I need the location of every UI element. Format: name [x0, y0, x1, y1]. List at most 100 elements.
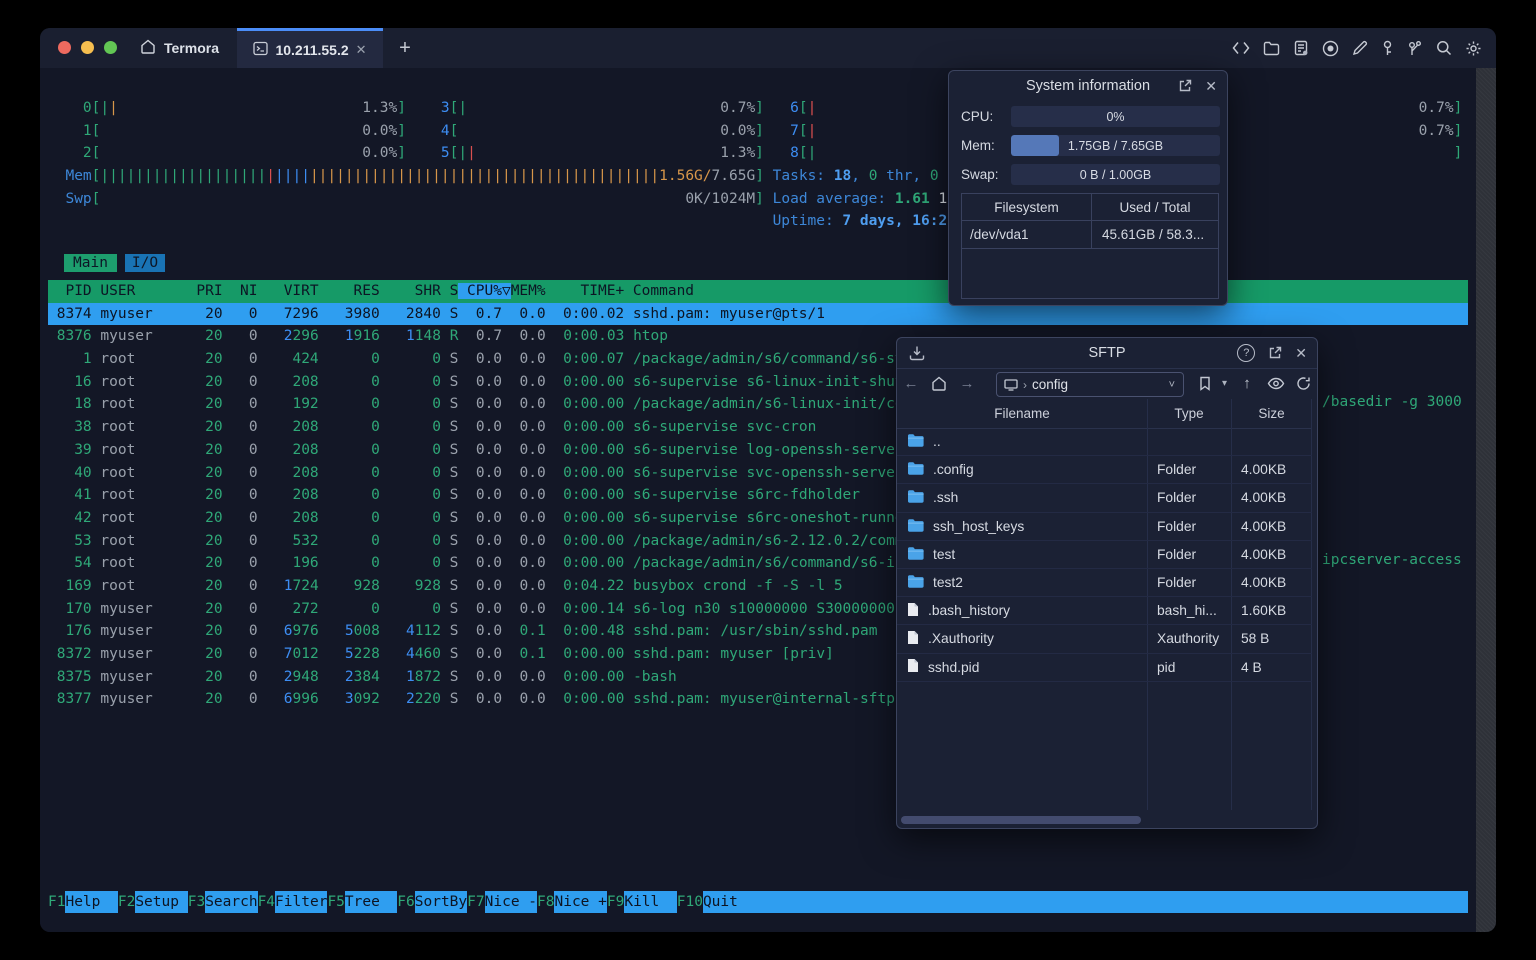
fkey-f2[interactable]: F2	[118, 891, 135, 913]
fkey-f7[interactable]: F7	[467, 891, 484, 913]
file-row--config[interactable]: .config Folder 4.00KB	[897, 456, 1312, 485]
file-type: Folder	[1157, 490, 1197, 506]
sftp-column-size[interactable]: Size	[1231, 399, 1312, 428]
log-icon[interactable]	[1293, 40, 1309, 56]
file-row-test[interactable]: test Folder 4.00KB	[897, 541, 1312, 569]
fkey-action-setup[interactable]: Setup	[135, 891, 188, 913]
fkey-f1[interactable]: F1	[48, 891, 65, 913]
path-box[interactable]: › config ˅	[996, 372, 1184, 397]
htop-header-row[interactable]: PID USER PRI NI VIRT RES SHR S CPU%▽MEM%…	[48, 280, 1468, 303]
show-hidden-icon[interactable]	[1267, 377, 1285, 390]
file-name: .config	[933, 462, 974, 478]
file-type: Folder	[1157, 546, 1197, 562]
file-row-sshd-pid[interactable]: sshd.pid pid 4 B	[897, 654, 1312, 682]
open-in-window-icon[interactable]	[1268, 346, 1282, 360]
file-size: 4.00KB	[1241, 490, 1287, 506]
file-row-ssh-host-keys[interactable]: ssh_host_keys Folder 4.00KB	[897, 513, 1312, 541]
close-window-button[interactable]	[58, 41, 71, 54]
fkey-f10[interactable]: F10	[677, 891, 703, 913]
chevron-down-icon[interactable]: ˅	[1169, 379, 1175, 391]
minimize-window-button[interactable]	[81, 41, 94, 54]
file-name: .Xauthority	[928, 631, 994, 647]
file-icon	[907, 602, 919, 620]
keychain-icon[interactable]	[1407, 40, 1423, 57]
tab-title: 10.211.55.2	[275, 41, 349, 58]
fkey-f3[interactable]: F3	[188, 891, 205, 913]
htop-tab-i-o[interactable]: I/O	[124, 254, 166, 272]
sftp-column-filename[interactable]: Filename	[897, 399, 1147, 428]
file-size: 4.00KB	[1241, 462, 1287, 478]
edit-icon[interactable]	[1352, 40, 1368, 56]
tab-10-211-55-2[interactable]: 10.211.55.2 ✕	[237, 28, 383, 68]
back-icon[interactable]: ←	[897, 375, 925, 392]
chevron-right-icon: ›	[1023, 377, 1027, 392]
htop-function-key-bar: F1 Help F2 Setup F3 Search F4 Filter F5 Tree F6…	[48, 891, 1468, 913]
home-icon[interactable]	[925, 376, 953, 391]
folder-icon[interactable]	[1263, 41, 1280, 56]
download-icon[interactable]	[909, 345, 925, 361]
up-directory-icon[interactable]: ↑	[1238, 375, 1256, 392]
file-type: Xauthority	[1157, 631, 1220, 647]
fkey-action-help[interactable]: Help	[65, 891, 118, 913]
file-row--[interactable]: ..	[897, 428, 1312, 457]
fkey-action-search[interactable]: Search	[205, 891, 258, 913]
sftp-navbar: ← → › config ˅ ▾ ↑	[897, 369, 1317, 398]
file-size	[1231, 428, 1312, 455]
file-icon	[907, 630, 919, 648]
htop-tab-main[interactable]: Main	[64, 254, 117, 272]
zoom-window-button[interactable]	[104, 41, 117, 54]
filesystem-table: Filesystem Used / Total /dev/vda1 45.61G…	[961, 193, 1219, 299]
file-size: 4.00KB	[1241, 575, 1287, 591]
fkey-action-nice-[interactable]: Nice -	[484, 891, 538, 913]
app-home[interactable]: Termora	[140, 28, 219, 68]
file-icon	[907, 658, 919, 676]
help-icon[interactable]: ?	[1237, 344, 1256, 362]
process-row-8374[interactable]: 8374 myuser 20 0 7296 3980 2840 S 0.7 0.…	[48, 302, 1468, 326]
close-panel-icon[interactable]: ✕	[1295, 345, 1307, 362]
file-row--bash-history[interactable]: .bash_history bash_hi... 1.60KB	[897, 597, 1312, 626]
bookmark-icon[interactable]	[1199, 376, 1211, 391]
fkey-f6[interactable]: F6	[397, 891, 414, 913]
terminal-scrollbar-track[interactable]	[1476, 68, 1496, 932]
refresh-icon[interactable]	[1296, 376, 1311, 391]
fkey-f9[interactable]: F9	[607, 891, 624, 913]
code-icon[interactable]	[1232, 41, 1250, 55]
folder-icon	[907, 461, 924, 478]
file-name: .ssh	[933, 490, 959, 506]
fkey-action-nice-[interactable]: Nice +	[554, 891, 607, 913]
sftp-horizontal-scrollbar[interactable]	[899, 815, 1315, 825]
cpu-usage-value: 0%	[1106, 109, 1125, 124]
settings-icon[interactable]	[1465, 40, 1482, 57]
fkey-action-quit[interactable]: Quit	[702, 891, 1468, 913]
key-icon[interactable]	[1381, 40, 1394, 57]
termora-window: Termora 10.211.55.2 ✕ + 0[|| 1.3%] 3[| 0…	[40, 28, 1496, 932]
filesystem-row[interactable]: /dev/vda1 45.61GB / 58.3...	[962, 221, 1218, 249]
bookmark-dropdown-icon[interactable]: ▾	[1222, 378, 1227, 389]
file-row--Xauthority[interactable]: .Xauthority Xauthority 58 B	[897, 625, 1312, 654]
fkey-action-kill[interactable]: Kill	[624, 891, 677, 913]
fkey-action-filter[interactable]: Filter	[275, 891, 328, 913]
file-name: test2	[933, 575, 963, 591]
close-panel-icon[interactable]: ✕	[1205, 78, 1217, 95]
traffic-lights[interactable]	[58, 41, 117, 54]
forward-icon[interactable]: →	[953, 375, 981, 392]
search-icon[interactable]	[1436, 40, 1452, 56]
file-name: test	[933, 546, 956, 562]
sftp-scrollbar-thumb[interactable]	[901, 816, 1141, 824]
new-tab-button[interactable]: +	[392, 35, 418, 61]
fkey-f5[interactable]: F5	[327, 891, 344, 913]
file-row--ssh[interactable]: .ssh Folder 4.00KB	[897, 484, 1312, 513]
fkey-f4[interactable]: F4	[258, 891, 275, 913]
record-icon[interactable]	[1322, 40, 1339, 57]
fkey-action-tree[interactable]: Tree	[344, 891, 398, 913]
open-in-window-icon[interactable]	[1178, 79, 1192, 93]
fkey-action-sortby[interactable]: SortBy	[414, 891, 468, 913]
sftp-column-type[interactable]: Type	[1147, 399, 1231, 428]
file-size: 4.00KB	[1241, 518, 1287, 534]
tab-close-icon[interactable]: ✕	[356, 42, 367, 58]
path-segment[interactable]: config	[1032, 377, 1068, 392]
file-name: ..	[933, 434, 941, 450]
file-row-test2[interactable]: test2 Folder 4.00KB	[897, 569, 1312, 598]
htop-meter-line: Uptime: 7 days, 16:28	[772, 213, 956, 230]
fkey-f8[interactable]: F8	[537, 891, 554, 913]
